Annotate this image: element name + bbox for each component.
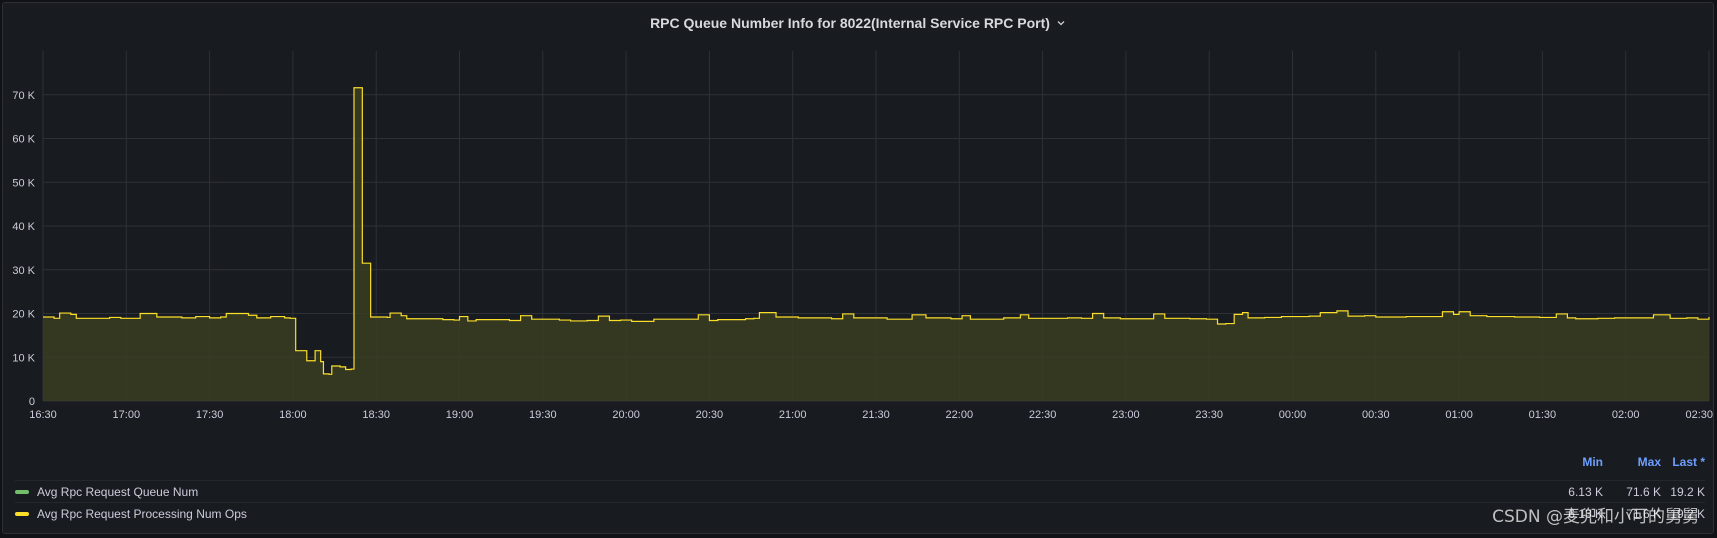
legend-col-max[interactable]: Max	[1603, 455, 1661, 469]
x-tick-label: 18:30	[362, 409, 390, 421]
x-tick-label: 17:00	[113, 409, 141, 421]
legend-value-max: 71.6 K	[1626, 485, 1661, 499]
legend-value-min: 6.13 K	[1568, 485, 1603, 499]
x-tick-label: 19:30	[529, 409, 557, 421]
legend-label: Avg Rpc Request Processing Num Ops	[37, 507, 247, 521]
legend-item-queue-num[interactable]: Avg Rpc Request Queue Num 6.13 K 71.6 K …	[15, 480, 1705, 503]
x-tick-label: 21:30	[862, 409, 890, 421]
legend-value-last: 19.2 K	[1670, 485, 1705, 499]
x-tick-label: 02:00	[1612, 409, 1640, 421]
y-tick-label: 10 K	[12, 352, 35, 364]
x-tick-label: 18:00	[279, 409, 307, 421]
x-tick-label: 00:30	[1362, 409, 1390, 421]
x-tick-label: 22:30	[1029, 409, 1057, 421]
y-tick-label: 40 K	[12, 221, 35, 233]
x-tick-label: 23:00	[1112, 409, 1140, 421]
graph-panel: RPC Queue Number Info for 8022(Internal …	[2, 2, 1714, 534]
x-tick-label: 21:00	[779, 409, 807, 421]
x-tick-label: 20:00	[612, 409, 640, 421]
y-tick-label: 70 K	[12, 90, 35, 102]
legend-label: Avg Rpc Request Queue Num	[37, 485, 199, 499]
legend-swatch-yellow	[15, 512, 29, 516]
y-tick-label: 0	[29, 396, 35, 408]
x-tick-label: 22:00	[946, 409, 974, 421]
y-tick-label: 20 K	[12, 309, 35, 321]
legend-value-min: 6.13 K	[1568, 507, 1603, 521]
y-tick-label: 60 K	[12, 134, 35, 146]
y-tick-label: 50 K	[12, 177, 35, 189]
x-tick-label: 01:00	[1445, 409, 1473, 421]
legend-value-last: 19.2 K	[1670, 507, 1705, 521]
legend-swatch-green	[15, 490, 29, 494]
x-tick-label: 02:30	[1685, 409, 1713, 421]
x-tick-label: 17:30	[196, 409, 224, 421]
x-tick-label: 16:30	[29, 409, 57, 421]
y-tick-label: 30 K	[12, 265, 35, 277]
legend-col-last[interactable]: Last *	[1661, 455, 1705, 469]
x-tick-label: 00:00	[1279, 409, 1307, 421]
x-tick-label: 20:30	[696, 409, 724, 421]
legend-item-processing-ops[interactable]: Avg Rpc Request Processing Num Ops 6.13 …	[15, 502, 1705, 525]
x-tick-label: 19:00	[446, 409, 474, 421]
x-tick-label: 01:30	[1529, 409, 1557, 421]
legend-value-max: 71.6 K	[1626, 507, 1661, 521]
x-tick-label: 23:30	[1195, 409, 1223, 421]
chart-area[interactable]: 0 10 K 20 K 30 K 40 K 50 K 60 K 70 K 16:30 17:00 1…	[3, 3, 1713, 463]
legend-col-min[interactable]: Min	[1548, 455, 1603, 469]
legend-header: Min Max Last *	[1548, 455, 1705, 469]
